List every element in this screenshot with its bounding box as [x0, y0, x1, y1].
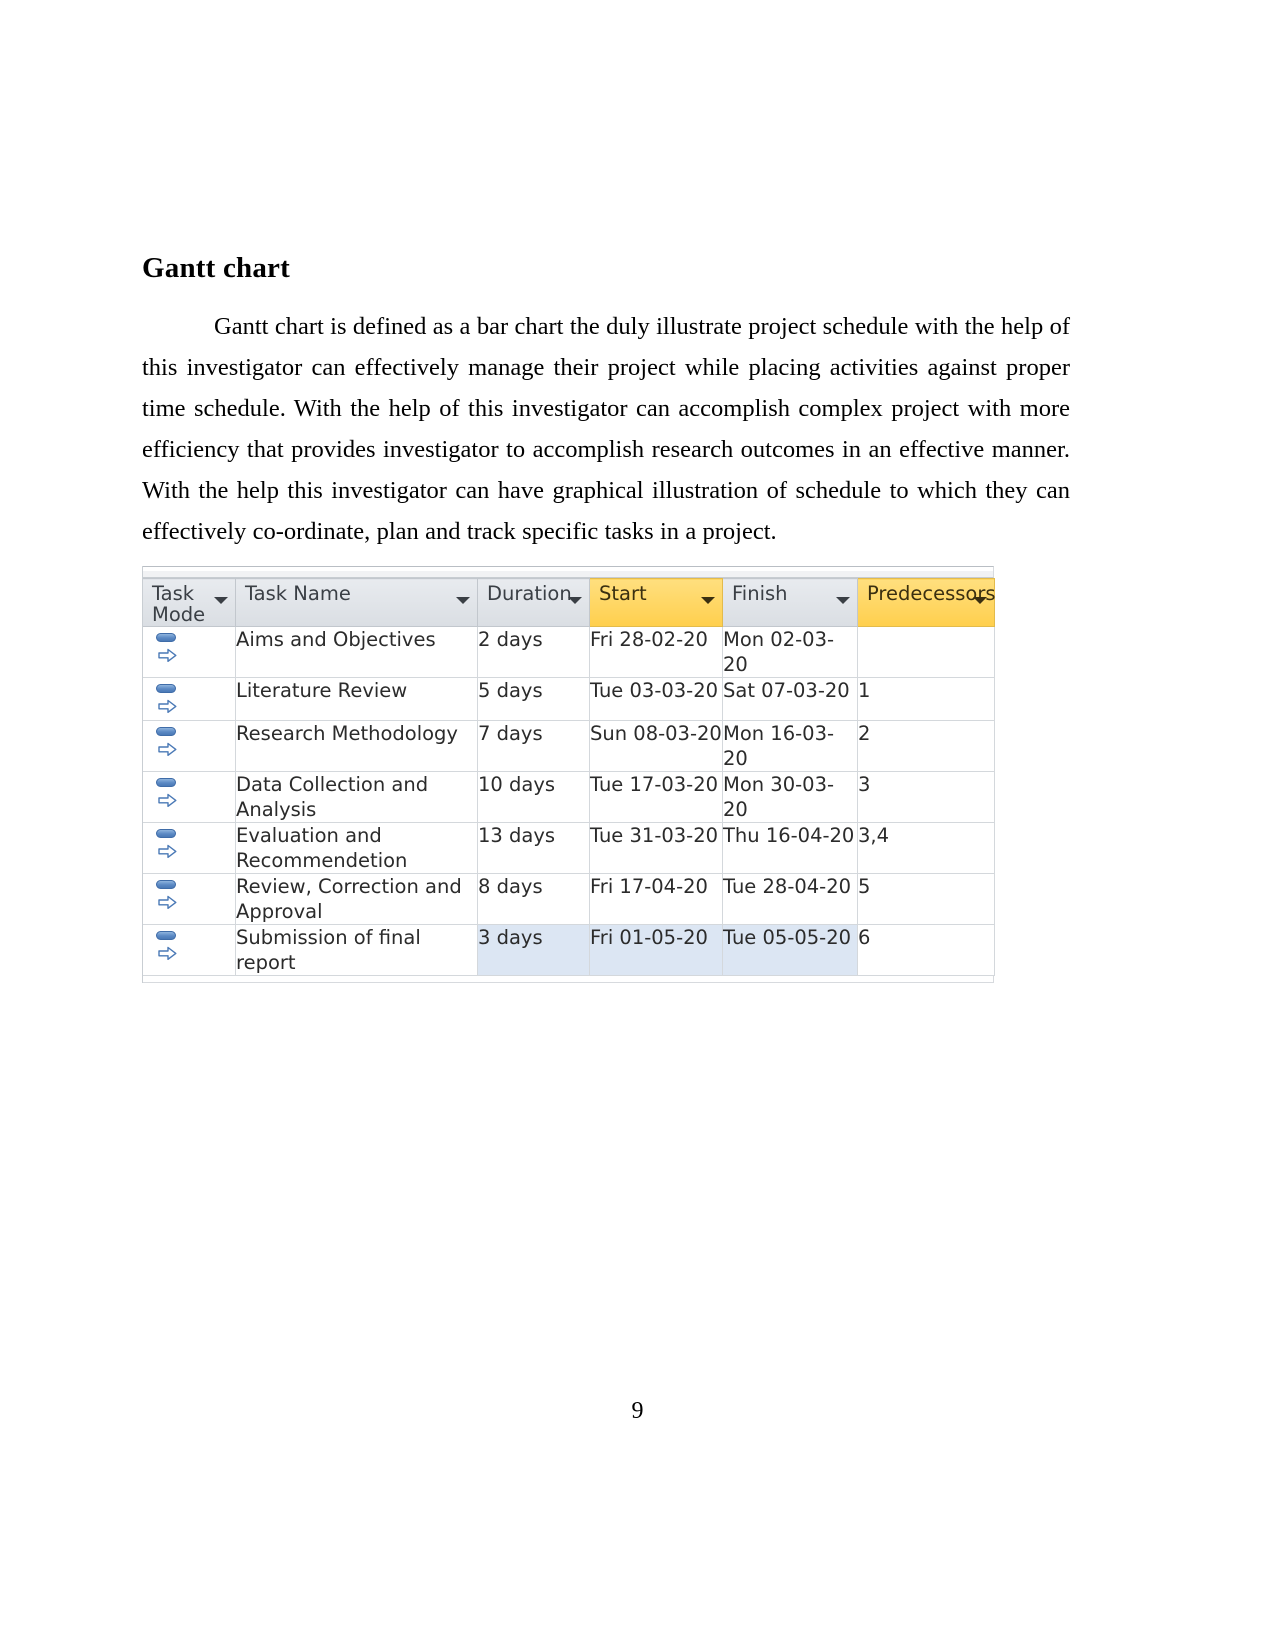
- task-bar-glyph: [156, 931, 176, 940]
- arrow-right-glyph: [158, 942, 177, 960]
- cell-predecessors[interactable]: 3,4: [857, 822, 995, 874]
- cell-start[interactable]: Tue 03-03-20: [589, 677, 723, 721]
- cell-finish[interactable]: Thu 16-04-20: [722, 822, 858, 874]
- cell-predecessors[interactable]: [857, 626, 995, 678]
- cell-finish[interactable]: Mon 16-03-20: [722, 720, 858, 772]
- column-header-predecessors[interactable]: Predecessors: [857, 578, 996, 627]
- column-header-start[interactable]: Start: [589, 578, 723, 627]
- task-bar-glyph: [156, 684, 176, 693]
- manually-scheduled-icon: [155, 726, 181, 760]
- filter-dropdown-icon[interactable]: [836, 597, 850, 604]
- manually-scheduled-icon: [155, 930, 181, 964]
- filter-dropdown-icon[interactable]: [456, 597, 470, 604]
- task-bar-glyph: [156, 829, 176, 838]
- cell-start[interactable]: Sun 08-03-20: [589, 720, 723, 772]
- table-row[interactable]: Evaluation and Recommendetion 13 days Tue …: [142, 822, 995, 874]
- cell-start[interactable]: Fri 17-04-20: [589, 873, 723, 925]
- cell-finish[interactable]: Sat 07-03-20: [722, 677, 858, 721]
- arrow-right-glyph: [158, 840, 177, 858]
- cell-task-mode[interactable]: [142, 924, 236, 976]
- page-number: 9: [631, 1398, 644, 1424]
- cell-duration[interactable]: 8 days: [477, 873, 590, 925]
- table-column-band: [142, 571, 994, 578]
- cell-duration[interactable]: 5 days: [477, 677, 590, 721]
- filter-dropdown-icon[interactable]: [568, 597, 582, 604]
- table-row[interactable]: Research Methodology 7 days Sun 08-03-20 Mo…: [142, 720, 995, 772]
- cell-finish[interactable]: Mon 02-03-20: [722, 626, 858, 678]
- cell-start[interactable]: Fri 01-05-20: [589, 924, 723, 976]
- table-bottom-rail: [142, 976, 994, 983]
- arrow-right-glyph: [158, 695, 177, 713]
- cell-finish[interactable]: Mon 30-03-20: [722, 771, 858, 823]
- cell-finish[interactable]: Tue 28-04-20: [722, 873, 858, 925]
- table-row[interactable]: Aims and Objectives 2 days Fri 28-02-20 Mon…: [142, 626, 995, 678]
- cell-start[interactable]: Tue 31-03-20: [589, 822, 723, 874]
- cell-duration[interactable]: 7 days: [477, 720, 590, 772]
- cell-predecessors[interactable]: 1: [857, 677, 995, 721]
- task-bar-glyph: [156, 633, 176, 642]
- task-bar-glyph: [156, 880, 176, 889]
- cell-finish[interactable]: Tue 05-05-20: [722, 924, 858, 976]
- cell-task-mode[interactable]: [142, 822, 236, 874]
- cell-predecessors[interactable]: 6: [857, 924, 995, 976]
- table-row[interactable]: Data Collection and Analysis 10 days Tue 1…: [142, 771, 995, 823]
- manually-scheduled-icon: [155, 632, 181, 666]
- table-left-gutter: [142, 566, 143, 983]
- cell-predecessors[interactable]: 3: [857, 771, 995, 823]
- task-bar-glyph: [156, 727, 176, 736]
- manually-scheduled-icon: [155, 828, 181, 862]
- cell-duration[interactable]: 2 days: [477, 626, 590, 678]
- cell-start[interactable]: Fri 28-02-20: [589, 626, 723, 678]
- cell-task-mode[interactable]: [142, 873, 236, 925]
- manually-scheduled-icon: [155, 879, 181, 913]
- task-grid: Task Mode Task Name Duration Start Finis…: [142, 578, 996, 976]
- table-row[interactable]: Submission of final report 3 days Fri 01-0…: [142, 924, 995, 976]
- column-header-duration[interactable]: Duration: [477, 578, 590, 627]
- filter-dropdown-icon[interactable]: [973, 597, 987, 604]
- task-bar-glyph: [156, 778, 176, 787]
- table-header-row: Task Mode Task Name Duration Start Finis…: [142, 578, 996, 627]
- cell-duration[interactable]: 3 days: [477, 924, 590, 976]
- cell-task-mode[interactable]: [142, 626, 236, 678]
- arrow-right-glyph: [158, 891, 177, 909]
- column-header-task-mode[interactable]: Task Mode: [142, 578, 236, 627]
- manually-scheduled-icon: [155, 777, 181, 811]
- column-header-task-name[interactable]: Task Name: [235, 578, 478, 627]
- cell-task-name[interactable]: Aims and Objectives: [235, 626, 478, 678]
- cell-task-mode[interactable]: [142, 677, 236, 721]
- body-paragraph: Gantt chart is defined as a bar chart th…: [142, 312, 1070, 545]
- cell-task-name[interactable]: Evaluation and Recommendetion: [235, 822, 478, 874]
- project-schedule-table: Task Mode Task Name Duration Start Finis…: [142, 566, 996, 983]
- table-row[interactable]: Review, Correction and Approval 8 days Fri…: [142, 873, 995, 925]
- filter-dropdown-icon[interactable]: [214, 597, 228, 604]
- manually-scheduled-icon: [155, 683, 181, 717]
- cell-task-name[interactable]: Data Collection and Analysis: [235, 771, 478, 823]
- column-header-finish[interactable]: Finish: [722, 578, 858, 627]
- cell-task-name[interactable]: Literature Review: [235, 677, 478, 721]
- cell-predecessors[interactable]: 5: [857, 873, 995, 925]
- cell-duration[interactable]: 10 days: [477, 771, 590, 823]
- cell-task-name[interactable]: Submission of final report: [235, 924, 478, 976]
- table-row[interactable]: Literature Review 5 days Tue 03-03-20 Sat 0…: [142, 677, 995, 721]
- cell-start[interactable]: Tue 17-03-20: [589, 771, 723, 823]
- arrow-right-glyph: [158, 789, 177, 807]
- filter-dropdown-icon[interactable]: [701, 597, 715, 604]
- arrow-right-glyph: [158, 644, 177, 662]
- cell-task-name[interactable]: Research Methodology: [235, 720, 478, 772]
- cell-predecessors[interactable]: 2: [857, 720, 995, 772]
- cell-task-name[interactable]: Review, Correction and Approval: [235, 873, 478, 925]
- document-page: Gantt chart Gantt chart is defined as a …: [0, 0, 1275, 1651]
- page-title: Gantt chart: [142, 252, 290, 285]
- column-header-task-name-label: Task Name: [245, 582, 351, 605]
- cell-duration[interactable]: 13 days: [477, 822, 590, 874]
- arrow-right-glyph: [158, 738, 177, 756]
- cell-task-mode[interactable]: [142, 771, 236, 823]
- cell-task-mode[interactable]: [142, 720, 236, 772]
